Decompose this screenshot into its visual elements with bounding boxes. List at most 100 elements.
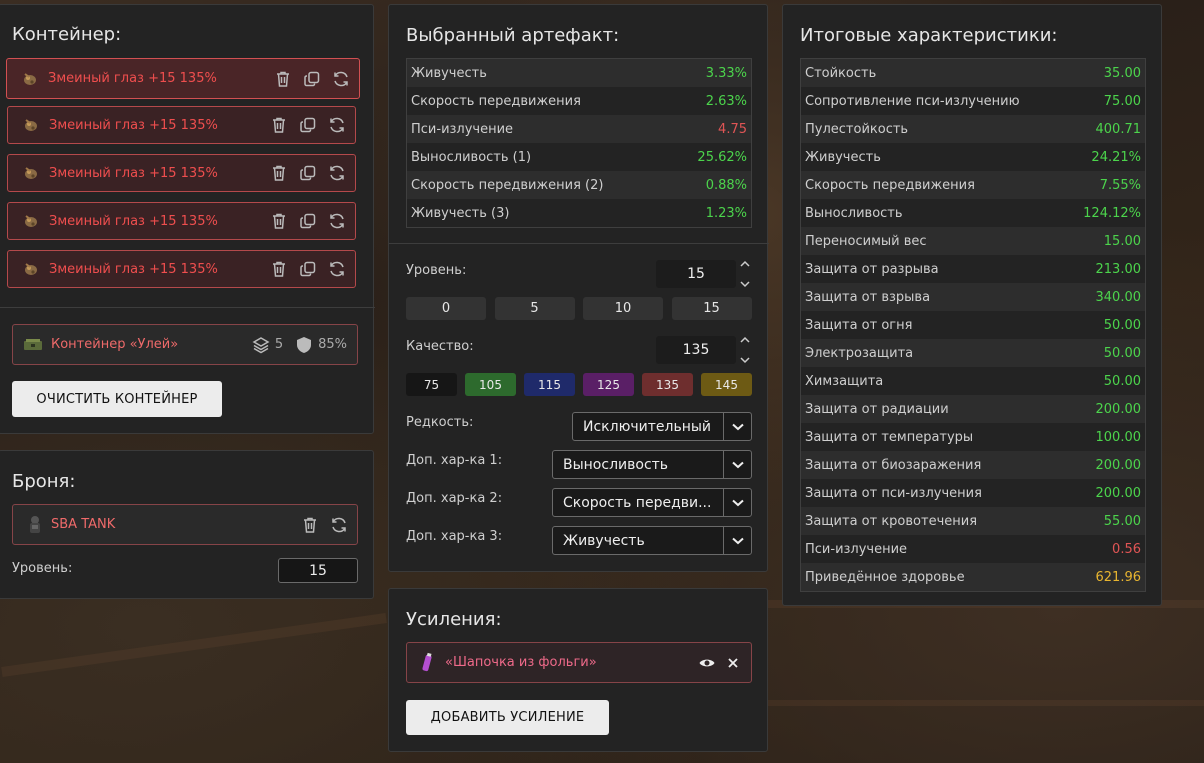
chevron-up-icon[interactable] [740,336,750,344]
artifact-item[interactable]: Змеиный глаз +15 135% [7,250,356,288]
quality-preset-button[interactable]: 145 [701,373,752,396]
extra3-value: Живучесть [563,532,645,549]
boosts-title: Усиления: [406,609,502,630]
boost-icon [421,652,433,674]
chevron-down-icon[interactable] [723,451,751,478]
stat-value: 35.00 [1103,65,1141,81]
shield-icon [296,336,312,354]
artifact-item[interactable]: Змеиный глаз +15 135% [7,202,356,240]
stat-label: Стойкость [805,65,877,81]
artifact-level-label: Уровень: [406,263,467,278]
trash-icon[interactable] [269,115,289,135]
clear-container-button[interactable]: ОЧИСТИТЬ КОНТЕЙНЕР [12,381,222,417]
level-preset-button[interactable]: 15 [671,297,752,320]
armor-name: SBA TANK [51,517,116,532]
stat-label: Пси-излучение [411,121,514,137]
stat-row: Химзащита 50.00 [801,367,1145,395]
trash-icon[interactable] [269,259,289,279]
container-slots: 5 [274,337,284,352]
refresh-icon[interactable] [327,211,347,231]
stat-label: Выносливость [805,205,903,221]
stat-value: 25.62% [697,149,747,165]
armor-level-input[interactable]: 15 [278,558,358,583]
add-boost-button[interactable]: ДОБАВИТЬ УСИЛЕНИЕ [406,700,609,735]
refresh-icon[interactable] [327,259,347,279]
quality-preset-button[interactable]: 125 [583,373,634,396]
stat-value: 213.00 [1095,261,1142,277]
chevron-down-icon[interactable] [740,356,750,364]
refresh-icon[interactable] [327,163,347,183]
copy-icon[interactable] [298,259,318,279]
stat-row: Защита от кровотечения 55.00 [801,507,1145,535]
artifact-level-input[interactable]: 15 [656,260,736,288]
artifact-label: Змеиный глаз +15 135% [49,117,218,133]
quality-spinner[interactable] [739,336,751,364]
artifact-item[interactable]: Змеиный глаз +15 135% [6,58,360,99]
quality-input[interactable]: 135 [656,336,736,364]
level-preset-button[interactable]: 0 [406,297,486,320]
trash-icon[interactable] [269,211,289,231]
stat-value: 7.55% [1099,177,1141,193]
copy-icon[interactable] [298,211,318,231]
copy-icon[interactable] [298,115,318,135]
rarity-select[interactable]: Исключительный [572,412,752,441]
level-preset-button[interactable]: 10 [583,297,663,320]
artifact-item[interactable]: Змеиный глаз +15 135% [7,154,356,192]
stat-row: Пси-излучение 4.75 [407,115,751,143]
stat-label: Защита от радиации [805,401,949,417]
stat-value: 200.00 [1095,401,1142,417]
chevron-down-icon[interactable] [723,413,751,440]
refresh-icon[interactable] [329,515,349,535]
snake-eye-artifact-icon [22,260,40,278]
quality-preset-button[interactable]: 75 [406,373,457,396]
chevron-down-icon[interactable] [723,489,751,516]
stat-value: 124.12% [1083,205,1141,221]
quality-preset-button[interactable]: 135 [642,373,693,396]
artifact-label: Змеиный глаз +15 135% [48,71,217,86]
quality-preset-button[interactable]: 115 [524,373,575,396]
refresh-icon[interactable] [327,115,347,135]
container-name: Контейнер «Улей» [51,337,179,352]
stat-label: Живучесть [411,65,487,81]
armor-item[interactable]: SBA TANK [12,504,358,545]
stat-label: Химзащита [805,373,884,389]
chevron-down-icon[interactable] [723,527,751,554]
stat-label: Пси-излучение [805,541,908,557]
chevron-up-icon[interactable] [740,260,750,268]
stat-row: Скорость передвижения (2) 0.88% [407,171,751,199]
artifact-title: Выбранный артефакт: [406,25,620,46]
extra1-select[interactable]: Выносливость [552,450,752,479]
stat-value: 400.71 [1095,121,1142,137]
extra2-select[interactable]: Скорость передви... [552,488,752,517]
armor-level-label: Уровень: [12,561,73,576]
trash-icon[interactable] [273,69,293,89]
copy-icon[interactable] [302,69,322,89]
trash-icon[interactable] [300,515,320,535]
container-item[interactable]: Контейнер «Улей» 5 85% [12,324,358,365]
stat-row: Приведённое здоровье 621.96 [801,563,1145,591]
stat-value: 200.00 [1095,485,1142,501]
stat-value: 15.00 [1103,233,1141,249]
boost-item[interactable]: «Шапочка из фольги» [406,642,752,683]
copy-icon[interactable] [298,163,318,183]
artifact-item[interactable]: Змеиный глаз +15 135% [7,106,356,144]
eye-icon[interactable] [697,653,717,673]
stat-value: 4.75 [718,121,747,137]
artifact-level-spinner[interactable] [739,260,751,288]
chevron-down-icon[interactable] [740,280,750,288]
armor-icon [27,515,43,535]
stat-row: Защита от разрыва 213.00 [801,255,1145,283]
close-icon[interactable] [723,653,743,673]
extra3-select[interactable]: Живучесть [552,526,752,555]
stat-row: Электрозащита 50.00 [801,339,1145,367]
level-preset-button[interactable]: 5 [494,297,575,320]
boost-name: «Шапочка из фольги» [445,655,597,670]
quality-preset-button[interactable]: 105 [465,373,516,396]
stat-label: Защита от кровотечения [805,513,978,529]
armor-title: Броня: [12,471,76,492]
stat-value: 0.88% [705,177,747,193]
refresh-icon[interactable] [331,69,351,89]
trash-icon[interactable] [269,163,289,183]
stat-label: Приведённое здоровье [805,569,965,585]
artifact-panel: Выбранный артефакт: Живучесть 3.33% Скоро… [388,4,769,572]
